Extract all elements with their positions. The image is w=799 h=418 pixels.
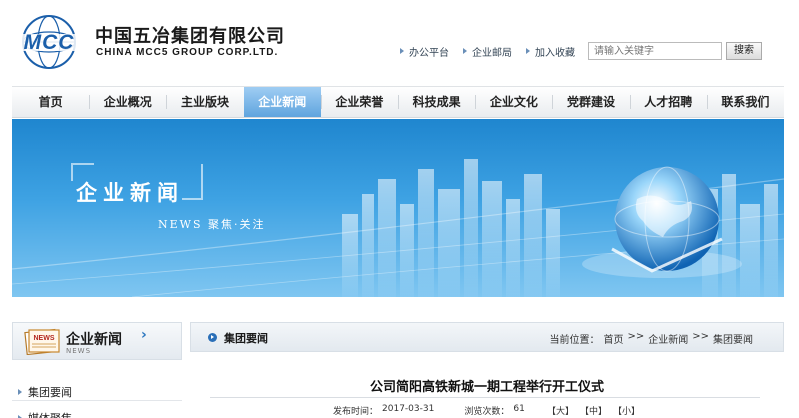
font-size-controls: 【大】 【中】 【小】 — [547, 404, 640, 417]
search-input[interactable] — [588, 42, 722, 60]
sidebar-title: 企业新闻 — [66, 332, 122, 348]
arrow-right-icon — [400, 48, 404, 54]
breadcrumb-home[interactable]: 首页 — [603, 331, 623, 346]
enterprise-mail-link[interactable]: 企业邮局 — [463, 44, 512, 59]
top-links: 办公平台 企业邮局 加入收藏 — [400, 44, 575, 59]
office-platform-link[interactable]: 办公平台 — [400, 44, 449, 59]
nav-item-contact[interactable]: 联系我们 — [706, 87, 784, 117]
nav-item-party[interactable]: 党群建设 — [552, 87, 629, 117]
nav-item-culture[interactable]: 企业文化 — [475, 87, 552, 117]
font-medium-button[interactable]: 【中】 — [580, 404, 607, 417]
company-name-en: CHINA MCC5 GROUP CORP.LTD. — [96, 47, 279, 58]
search-button[interactable]: 搜索 — [726, 42, 762, 60]
article-title: 公司简阳高铁新城一期工程举行开工仪式 — [369, 380, 604, 395]
add-favorite-link[interactable]: 加入收藏 — [526, 44, 575, 59]
breadcrumb-news[interactable]: 企业新闻 — [648, 331, 688, 346]
banner-title: 企业新闻 — [76, 181, 184, 205]
banner-subtitle: NEWS 聚焦·关注 — [158, 218, 266, 231]
newspaper-icon-label: NEWS — [34, 335, 55, 342]
arrow-right-icon — [526, 48, 530, 54]
globe-icon — [582, 166, 742, 278]
font-small-button[interactable]: 【小】 — [613, 404, 640, 417]
sidebar-title-en: NEWS — [66, 347, 92, 355]
arrow-right-icon — [18, 389, 22, 395]
publish-date: 2017-03-31 — [382, 404, 435, 414]
article-meta: 发布时间： 2017-03-31 浏览次数： 61 — [333, 404, 525, 417]
article-divider — [210, 397, 760, 398]
sidebar-divider — [12, 400, 182, 401]
nav-item-home[interactable]: 首页 — [12, 87, 89, 117]
company-name-cn: 中国五冶集团有限公司 — [95, 26, 285, 47]
nav-item-news[interactable]: 企业新闻 — [243, 87, 321, 117]
banner-artwork — [12, 159, 784, 297]
nav-item-business[interactable]: 主业版块 — [166, 87, 243, 117]
content-section-bar: 集团要闻 当前位置： 首页 >> 企业新闻 >> 集团要闻 — [190, 322, 784, 352]
nav-item-honors[interactable]: 企业荣誉 — [320, 87, 398, 117]
nav-item-tech[interactable]: 科技成果 — [398, 87, 475, 117]
sidebar-header: NEWS 企业新闻 NEWS › — [12, 322, 182, 360]
page-banner: 企业新闻 NEWS 聚焦·关注 — [12, 119, 784, 297]
sidebar-item-media[interactable]: 媒体聚焦 — [18, 410, 182, 418]
chevron-right-icon: › — [141, 327, 147, 343]
breadcrumb-group-news[interactable]: 集团要闻 — [713, 331, 753, 346]
nav-item-overview[interactable]: 企业概况 — [89, 87, 166, 117]
sidebar-item-group-news[interactable]: 集团要闻 — [18, 384, 182, 400]
arrow-right-icon — [463, 48, 467, 54]
logo-text: MCC — [24, 31, 75, 54]
font-large-button[interactable]: 【大】 — [547, 404, 574, 417]
section-bullet-icon — [208, 333, 217, 342]
view-count: 61 — [513, 404, 525, 414]
newspaper-icon: NEWS — [24, 328, 60, 355]
nav-item-careers[interactable]: 人才招聘 — [629, 87, 707, 117]
site-header: MCC 中国五冶集团有限公司 CHINA MCC5 GROUP CORP.LTD… — [0, 0, 799, 82]
section-title: 集团要闻 — [224, 332, 268, 345]
breadcrumb: 当前位置： 首页 >> 企业新闻 >> 集团要闻 — [549, 331, 753, 346]
mcc-logo-icon[interactable]: MCC — [10, 14, 88, 70]
main-nav: 首页 企业概况 主业版块 企业新闻 企业荣誉 科技成果 企业文化 党群建设 人才… — [12, 86, 784, 118]
